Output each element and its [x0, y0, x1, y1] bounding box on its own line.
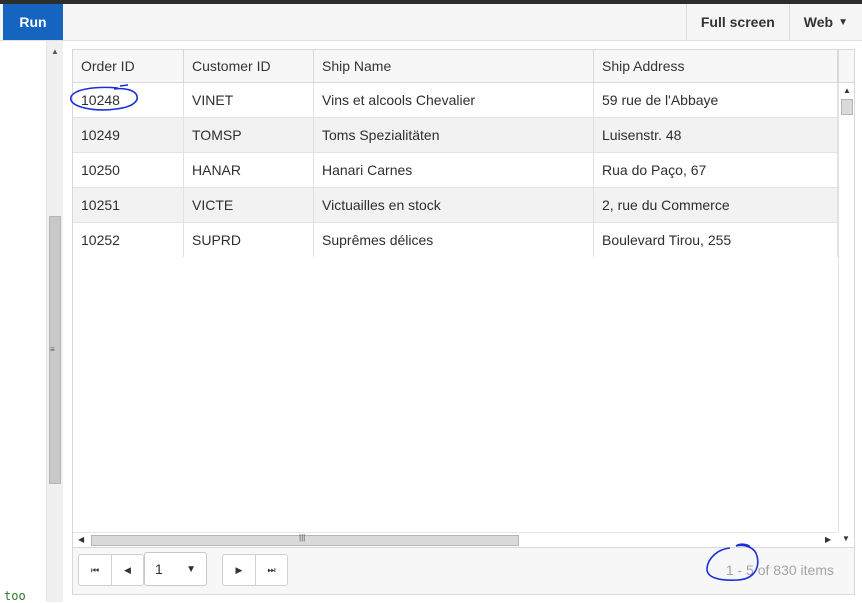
cell-ship-name: Victuailles en stock — [314, 188, 594, 222]
cell-order-id: 10250 — [73, 153, 184, 187]
column-header-customer-id[interactable]: Customer ID — [184, 50, 314, 83]
web-dropdown[interactable]: Web ▼ — [788, 4, 862, 40]
grid-horizontal-scrollbar[interactable]: ◀ ||| ▶ — [73, 532, 838, 547]
grid-header: Order ID Customer ID Ship Name Ship Addr… — [73, 50, 838, 83]
cell-customer-id: TOMSP — [184, 118, 314, 152]
cell-ship-name: Vins et alcools Chevalier — [314, 83, 594, 117]
cell-ship-address: Luisenstr. 48 — [594, 118, 838, 152]
previous-page-icon: ◀ — [124, 564, 131, 575]
table-row[interactable]: 10251 VICTE Victuailles en stock 2, rue … — [73, 188, 838, 223]
web-label: Web — [803, 14, 834, 30]
grip-icon: ||| — [299, 533, 306, 542]
table-row[interactable]: 10249 TOMSP Toms Spezialitäten Luisenstr… — [73, 118, 838, 153]
run-button[interactable]: Run — [3, 4, 63, 40]
scroll-right-icon[interactable]: ▶ — [825, 535, 831, 544]
last-page-icon: ⏭ — [267, 564, 276, 575]
first-page-icon: ⏮ — [90, 564, 100, 575]
cell-ship-name: Toms Spezialitäten — [314, 118, 594, 152]
scroll-up-icon[interactable]: ▲ — [843, 86, 851, 95]
scroll-down-icon[interactable]: ▼ — [842, 534, 850, 543]
column-header-ship-address[interactable]: Ship Address — [594, 50, 838, 83]
pager-info: 1 - 5 of 830 items — [725, 562, 834, 578]
cell-ship-address: 59 rue de l'Abbaye — [594, 83, 838, 117]
cell-ship-address: Boulevard Tirou, 255 — [594, 223, 838, 257]
grid-vertical-scrollbar[interactable]: ▲ — [838, 83, 854, 532]
page-select-value: 1 — [155, 561, 163, 577]
cell-order-id: 10251 — [73, 188, 184, 222]
fullscreen-label: Full screen — [700, 14, 775, 30]
toolbar-right: Full screen Web ▼ — [685, 4, 862, 40]
pager: ⏮ ◀ 1 ▼ ▶ ⏭ 1 - 5 of 830 items — [73, 547, 854, 594]
cell-order-id: 10248 — [73, 83, 184, 117]
cell-customer-id: VINET — [184, 83, 314, 117]
table-row[interactable]: 10250 HANAR Hanari Carnes Rua do Paço, 6… — [73, 153, 838, 188]
cell-ship-name: Suprêmes délices — [314, 223, 594, 257]
pager-back-group: ⏮ ◀ — [78, 554, 144, 586]
next-page-button[interactable]: ▶ — [223, 555, 255, 585]
fullscreen-button[interactable]: Full screen — [685, 4, 789, 40]
cell-ship-address: 2, rue du Commerce — [594, 188, 838, 222]
chevron-down-icon: ▼ — [838, 16, 848, 28]
vertical-scroll-thumb[interactable] — [841, 99, 853, 115]
cell-ship-address: Rua do Paço, 67 — [594, 153, 838, 187]
previous-page-button[interactable]: ◀ — [111, 555, 143, 585]
grid-body: 10248 VINET Vins et alcools Chevalier 59… — [73, 83, 838, 532]
table-row[interactable]: 10252 SUPRD Suprêmes délices Boulevard T… — [73, 223, 838, 258]
first-page-button[interactable]: ⏮ — [79, 555, 111, 585]
cell-ship-name: Hanari Carnes — [314, 153, 594, 187]
next-page-icon: ▶ — [235, 564, 243, 575]
column-header-order-id[interactable]: Order ID — [73, 50, 184, 83]
scrollbar-corner: ▼ — [838, 532, 854, 547]
cell-customer-id: VICTE — [184, 188, 314, 222]
cell-order-id: 10252 — [73, 223, 184, 257]
chevron-down-icon: ▼ — [186, 564, 196, 575]
last-page-button[interactable]: ⏭ — [255, 555, 287, 585]
editor-code-text: too — [4, 589, 26, 603]
table-row[interactable]: 10248 VINET Vins et alcools Chevalier 59… — [73, 83, 838, 118]
scroll-left-icon[interactable]: ◀ — [78, 535, 84, 544]
orders-grid: Order ID Customer ID Ship Name Ship Addr… — [72, 49, 855, 595]
cell-order-id: 10249 — [73, 118, 184, 152]
toolbar: Run Full screen Web ▼ — [0, 4, 862, 41]
header-scroll-filler — [838, 50, 854, 83]
grip-icon: ≡ — [50, 345, 55, 354]
page-select[interactable]: 1 ▼ — [144, 552, 207, 586]
cell-customer-id: HANAR — [184, 153, 314, 187]
scroll-up-icon[interactable]: ▲ — [51, 47, 59, 56]
pager-forward-group: ▶ ⏭ — [222, 554, 288, 586]
editor-scrollbar[interactable]: ▲ ≡ — [46, 41, 63, 602]
cell-customer-id: SUPRD — [184, 223, 314, 257]
column-header-ship-name[interactable]: Ship Name — [314, 50, 594, 83]
